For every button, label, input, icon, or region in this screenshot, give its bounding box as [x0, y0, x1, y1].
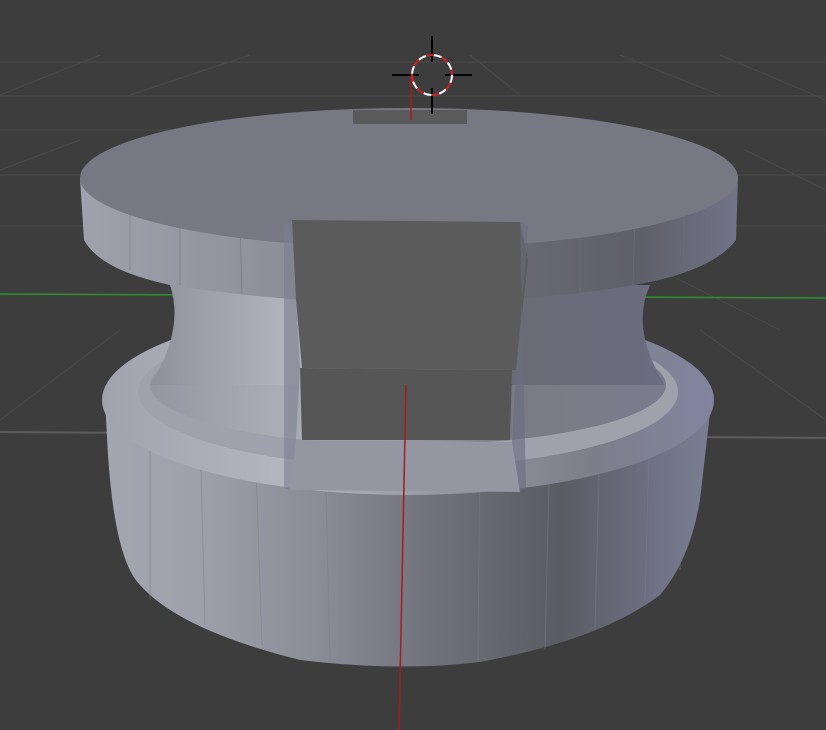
top-notch [353, 110, 467, 124]
viewport-canvas[interactable] [0, 0, 826, 730]
3d-viewport[interactable] [0, 0, 826, 730]
spool-mesh[interactable] [80, 108, 738, 667]
front-slot-upper [292, 220, 528, 370]
3d-cursor-icon[interactable] [392, 36, 472, 114]
